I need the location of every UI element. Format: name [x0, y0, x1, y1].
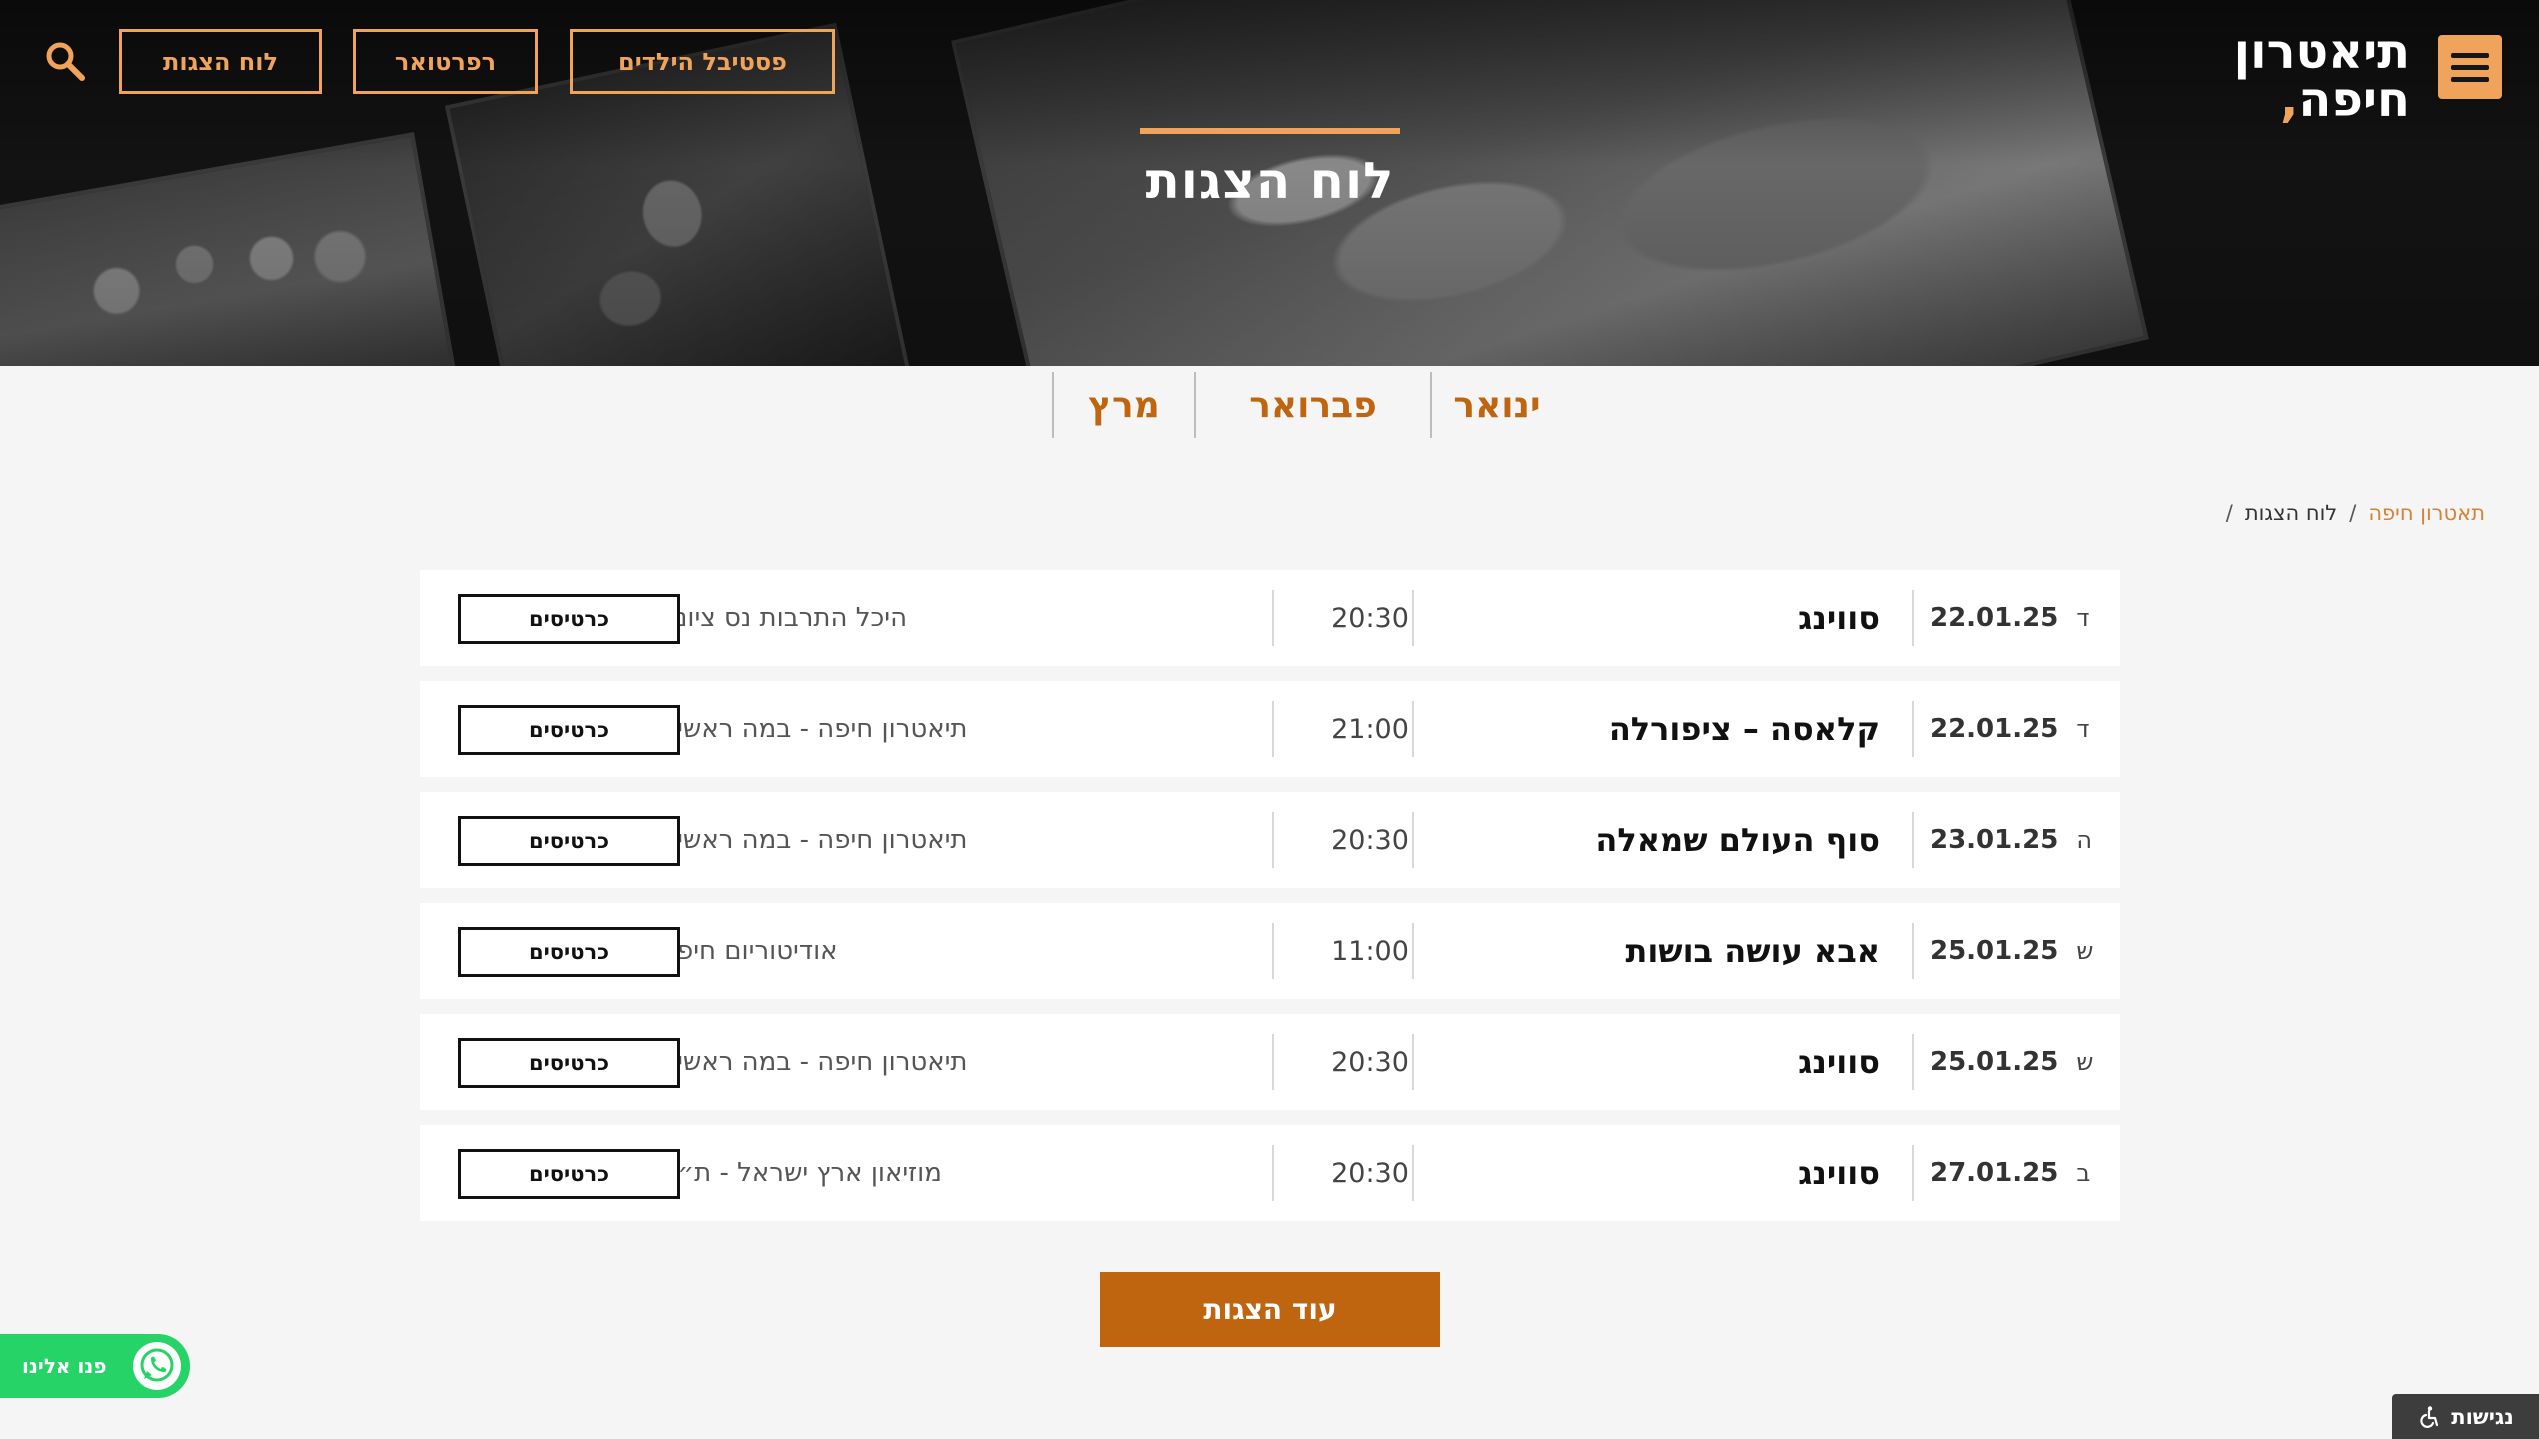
- show-venue-text: תיאטרון חיפה - במה ראשית: [660, 714, 968, 744]
- show-venue-text: תיאטרון חיפה - במה ראשית: [660, 825, 968, 855]
- logo-line1: תיאטרון: [2233, 24, 2410, 80]
- accessibility-button[interactable]: נגישות: [2392, 1394, 2539, 1439]
- page-title: לוח הצגות: [1145, 152, 1395, 210]
- row-divider: [1912, 1034, 1914, 1090]
- breadcrumb-separator: /: [2349, 501, 2357, 525]
- show-time: 20:30: [1331, 1046, 1409, 1078]
- whatsapp-contact-button[interactable]: פנו אלינו: [0, 1334, 190, 1398]
- nav-schedule-button[interactable]: לוח הצגות: [119, 29, 322, 94]
- accessibility-label: נגישות: [2451, 1404, 2514, 1429]
- show-date-value: 25.01.25: [1930, 936, 2059, 966]
- show-venue: תיאטרון חיפה - במה ראשית: [660, 681, 1260, 777]
- show-venue: תיאטרון חיפה - במה ראשית: [660, 1014, 1260, 1110]
- tab-month-january[interactable]: ינואר: [1432, 372, 1562, 438]
- show-time: 20:30: [1331, 824, 1409, 856]
- tickets-button[interactable]: כרטיסים: [458, 1038, 680, 1088]
- hamburger-menu-icon[interactable]: [2438, 35, 2502, 99]
- tickets-button[interactable]: כרטיסים: [458, 594, 680, 644]
- show-venue-text: מוזיאון ארץ ישראל - ת״א: [660, 1158, 942, 1188]
- show-venue: היכל התרבות נס ציונה: [660, 570, 1260, 666]
- show-date: ה 23.01.25: [1930, 792, 2092, 888]
- show-time: 20:30: [1331, 1157, 1409, 1189]
- row-divider: [1912, 590, 1914, 646]
- show-venue-text: תיאטרון חיפה - במה ראשית: [660, 1047, 968, 1077]
- accessibility-icon: [2420, 1405, 2439, 1428]
- show-date: ש 25.01.25: [1930, 1014, 2094, 1110]
- row-divider: [1272, 923, 1274, 979]
- show-weekday: ש: [2076, 937, 2094, 965]
- show-date-value: 27.01.25: [1930, 1158, 2059, 1188]
- breadcrumb-home-link[interactable]: תאטרון חיפה: [2368, 501, 2485, 525]
- row-divider: [1272, 1145, 1274, 1201]
- more-shows-button[interactable]: עוד הצגות: [1100, 1272, 1440, 1347]
- show-venue-text: היכל התרבות נס ציונה: [660, 603, 908, 633]
- whatsapp-icon: [133, 1342, 181, 1390]
- show-date: ש 25.01.25: [1930, 903, 2094, 999]
- row-divider: [1272, 590, 1274, 646]
- show-time: 11:00: [1331, 935, 1409, 967]
- show-date: ב 27.01.25: [1930, 1125, 2090, 1221]
- show-date-value: 23.01.25: [1930, 825, 2059, 855]
- show-venue: תיאטרון חיפה - במה ראשית: [660, 792, 1260, 888]
- row-divider: [1912, 923, 1914, 979]
- breadcrumb: תאטרון חיפה / לוח הצגות /: [2060, 498, 2485, 528]
- show-row: ד 22.01.25 קלאסה – ציפורלה 21:00 תיאטרון…: [420, 681, 2120, 777]
- show-date-value: 22.01.25: [1930, 603, 2059, 633]
- show-venue: אודיטוריום חיפה: [660, 903, 1260, 999]
- search-icon[interactable]: [44, 40, 86, 82]
- site-logo[interactable]: תיאטרון חיפה,: [2170, 24, 2410, 124]
- show-weekday: ד: [2076, 604, 2090, 632]
- show-row: ה 23.01.25 סוף העולם שמאלה 20:30 תיאטרון…: [420, 792, 2120, 888]
- tickets-button[interactable]: כרטיסים: [458, 816, 680, 866]
- show-row: ש 25.01.25 סווינג 20:30 תיאטרון חיפה - ב…: [420, 1014, 2120, 1110]
- tickets-button[interactable]: כרטיסים: [458, 705, 680, 755]
- show-weekday: ב: [2076, 1159, 2091, 1187]
- show-venue-text: אודיטוריום חיפה: [660, 936, 838, 966]
- row-divider: [1912, 812, 1914, 868]
- hero-title-underline: [1140, 128, 1400, 134]
- nav-kids-festival-button[interactable]: פסטיבל הילדים: [570, 29, 835, 94]
- show-date-value: 25.01.25: [1930, 1047, 2059, 1077]
- tickets-button[interactable]: כרטיסים: [458, 1149, 680, 1199]
- show-venue: מוזיאון ארץ ישראל - ת״א: [660, 1125, 1260, 1221]
- logo-line2: חיפה: [2298, 72, 2410, 128]
- show-date: ד 22.01.25: [1930, 570, 2090, 666]
- row-divider: [1272, 812, 1274, 868]
- row-divider: [1912, 1145, 1914, 1201]
- tab-month-march[interactable]: מרץ: [1054, 372, 1194, 438]
- whatsapp-label: פנו אלינו: [22, 1354, 107, 1378]
- nav-repertoire-button[interactable]: רפרטואר: [353, 29, 538, 94]
- show-time: 20:30: [1331, 602, 1409, 634]
- show-weekday: ה: [2076, 826, 2092, 854]
- hero-banner: לוח הצגות תיאטרון חיפה, פסטיבל הילדים רפ…: [0, 0, 2539, 366]
- tab-month-february[interactable]: פברואר: [1196, 372, 1430, 438]
- row-divider: [1912, 701, 1914, 757]
- hero-title-block: לוח הצגות: [1140, 128, 1400, 210]
- show-row: ד 22.01.25 סווינג 20:30 היכל התרבות נס צ…: [420, 570, 2120, 666]
- show-row: ב 27.01.25 סווינג 20:30 מוזיאון ארץ ישרא…: [420, 1125, 2120, 1221]
- row-divider: [1272, 1034, 1274, 1090]
- row-divider: [1272, 701, 1274, 757]
- month-tabs: מרץ פברואר ינואר: [1050, 372, 1541, 438]
- tickets-button[interactable]: כרטיסים: [458, 927, 680, 977]
- show-date: ד 22.01.25: [1930, 681, 2090, 777]
- show-time: 21:00: [1331, 713, 1409, 745]
- breadcrumb-current: לוח הצגות: [2244, 501, 2338, 525]
- logo-mark: ,: [2280, 72, 2299, 128]
- show-date-value: 22.01.25: [1930, 714, 2059, 744]
- show-weekday: ד: [2076, 715, 2090, 743]
- show-weekday: ש: [2076, 1048, 2094, 1076]
- breadcrumb-separator: /: [2225, 501, 2233, 525]
- show-row: ש 25.01.25 אבא עושה בושות 11:00 אודיטורי…: [420, 903, 2120, 999]
